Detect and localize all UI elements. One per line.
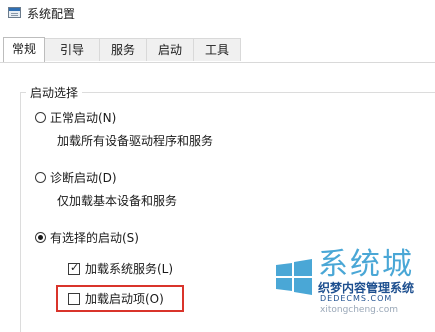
tab-startup[interactable]: 启动 <box>146 38 194 61</box>
watermark-site-url: xitongcheng.com <box>320 305 398 315</box>
watermark-brand: 系统城 <box>318 247 414 282</box>
tab-divider <box>0 62 435 63</box>
load-system-services-label[interactable]: 加载系统服务(L) <box>85 260 173 277</box>
diagnostic-startup-radio[interactable] <box>35 172 46 183</box>
window-title: 系统配置 <box>27 7 76 21</box>
highlight-box <box>56 285 184 312</box>
normal-startup-description: 加载所有设备驱动程序和服务 <box>57 134 214 148</box>
selective-startup-radio[interactable] <box>35 232 46 243</box>
tab-strip: 常规 引导 服务 启动 工具 <box>0 37 435 62</box>
title-bar: 系统配置 <box>0 0 435 28</box>
normal-startup-radio[interactable] <box>35 112 46 123</box>
checkmark-icon: ✓ <box>70 261 80 274</box>
normal-startup-label[interactable]: 正常启动(N) <box>50 109 116 126</box>
tab-general[interactable]: 常规 <box>3 37 45 62</box>
tab-boot[interactable]: 引导 <box>44 38 100 61</box>
watermark: 系统城 织梦内容管理系统 DEDECMS.COM xitongcheng.com <box>268 241 435 315</box>
windows-logo-icon <box>276 259 312 295</box>
msconfig-icon <box>8 7 21 18</box>
diagnostic-startup-description: 仅加载基本设备和服务 <box>57 194 178 208</box>
tab-tools[interactable]: 工具 <box>193 38 241 61</box>
tab-services[interactable]: 服务 <box>99 38 147 61</box>
diagnostic-startup-label[interactable]: 诊断启动(D) <box>50 169 117 186</box>
group-title: 启动选择 <box>26 84 83 101</box>
selective-startup-label[interactable]: 有选择的启动(S) <box>50 229 139 246</box>
watermark-url: DEDECMS.COM <box>320 294 393 303</box>
load-system-services-checkbox[interactable]: ✓ <box>68 261 80 275</box>
